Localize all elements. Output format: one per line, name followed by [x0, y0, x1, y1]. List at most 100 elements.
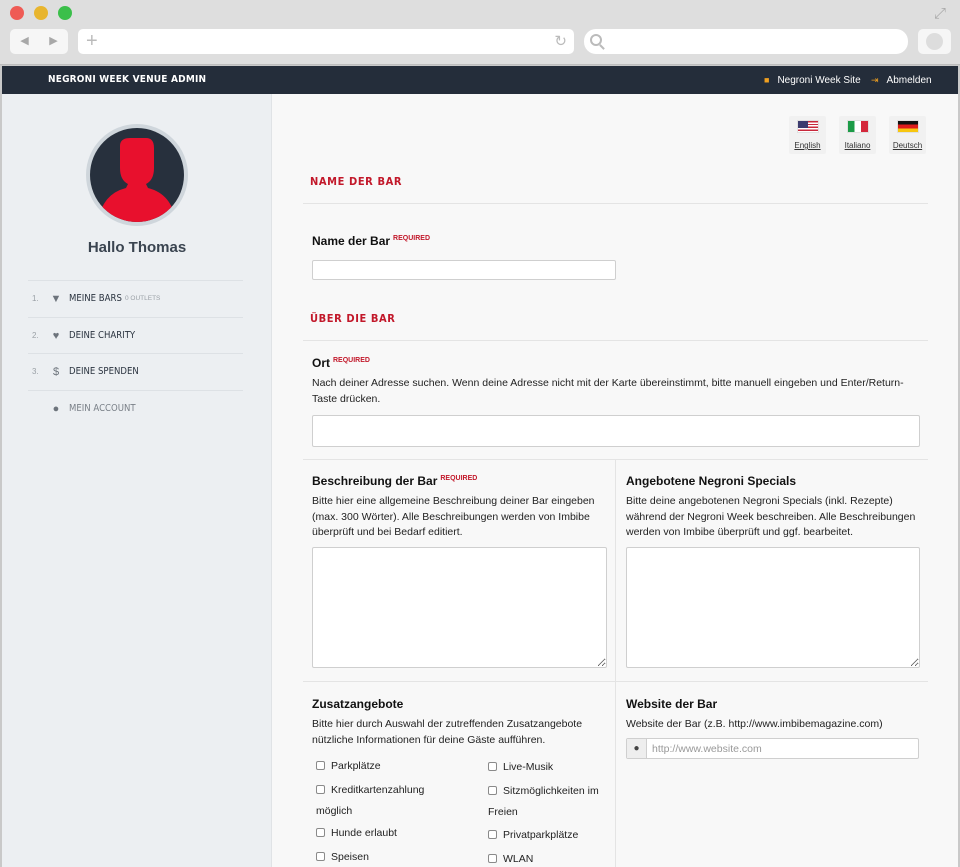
checkbox-hunde-erlaubt[interactable]: Hunde erlaubt [316, 822, 397, 845]
website-help: Website der Bar (z.B. http://www.imbibem… [626, 718, 883, 730]
close-window-button[interactable] [10, 6, 24, 20]
required-badge: REQUIRED [440, 475, 478, 482]
checkbox-label-continuation: Freien [488, 806, 518, 818]
bar-name-input[interactable] [312, 260, 616, 280]
section-heading-about: ÜBER DIE BAR [310, 312, 396, 325]
divider [303, 681, 928, 682]
checkbox-box[interactable] [316, 761, 325, 770]
checkbox-label: Parkplätze [331, 760, 381, 772]
negroni-week-site-link[interactable]: ■ Negroni Week Site [764, 66, 861, 95]
outlets-count-badge: 0 OUTLETS [125, 295, 161, 302]
location-label: Ort REQUIRED [312, 356, 370, 370]
checkbox-sitzmoeglichkeiten[interactable]: Sitzmöglichkeiten im [488, 780, 599, 803]
checkbox-kreditkartenzahlung[interactable]: Kreditkartenzahlung [316, 779, 424, 802]
greeting: Hallo Thomas [87, 239, 187, 256]
checkbox-speisen[interactable]: Speisen [316, 846, 369, 867]
us-flag-icon [796, 120, 819, 133]
checkbox-privatparkplaetze[interactable]: Privatparkplätze [488, 824, 578, 847]
sidebar-item-label: DEINE SPENDEN [69, 366, 139, 377]
minimize-window-button[interactable] [34, 6, 48, 20]
checkbox-label: Speisen [331, 851, 369, 863]
sidebar-item-deine-charity[interactable]: 2. ♥ DEINE CHARITY [28, 316, 243, 354]
profile-circle-icon [926, 33, 943, 50]
user-icon: ● [52, 402, 60, 415]
brand-title[interactable]: NEGRONI WEEK VENUE ADMIN [48, 66, 206, 94]
maximize-window-button[interactable] [58, 6, 72, 20]
description-label-text: Beschreibung der Bar [312, 474, 438, 488]
sidebar-item-label: MEINE BARS [69, 293, 122, 304]
checkbox-box[interactable] [316, 852, 325, 861]
section-heading-name: NAME DER BAR [310, 175, 403, 188]
sidebar: Hallo Thomas 1. ▼ MEINE BARS 0 OUTLETS 2… [2, 94, 272, 867]
checkbox-box[interactable] [316, 785, 325, 794]
forward-arrow-icon[interactable]: ▶ [39, 29, 68, 54]
divider [303, 340, 928, 341]
divider [303, 203, 928, 204]
checkbox-label: Sitzmöglichkeiten im [503, 785, 599, 797]
checkbox-box[interactable] [488, 854, 497, 863]
cocktail-glass-icon: ▼ [50, 293, 62, 305]
language-label: Deutsch [892, 141, 923, 150]
browser-profile-button[interactable] [918, 29, 951, 54]
language-label: English [794, 141, 821, 150]
checkbox-box[interactable] [316, 828, 325, 837]
browser-chrome: ⤢ ◀ ▶ + ↻ [0, 0, 960, 65]
app-window: NEGRONI WEEK VENUE ADMIN ■ Negroni Week S… [2, 66, 958, 867]
specials-label: Angebotene Negroni Specials [626, 474, 797, 488]
language-english[interactable]: English [789, 116, 826, 154]
location-label-text: Ort [312, 356, 330, 370]
menu-number: 1. [32, 294, 39, 303]
new-tab-icon[interactable]: + [86, 29, 98, 54]
checkbox-wlan[interactable]: WLAN [488, 848, 533, 867]
language-deutsch[interactable]: Deutsch [889, 116, 926, 154]
extras-help: Bitte hier durch Auswahl der zutreffende… [312, 718, 583, 746]
checkbox-label: Privatparkplätze [503, 829, 579, 841]
required-badge: REQUIRED [333, 357, 370, 364]
sidebar-item-label: MEIN ACCOUNT [69, 402, 136, 414]
checkbox-parkplaetze[interactable]: Parkplätze [316, 755, 381, 778]
specials-help: Bitte deine angebotenen Negroni Specials… [626, 495, 916, 538]
sidebar-item-meine-bars[interactable]: 1. ▼ MEINE BARS 0 OUTLETS [28, 280, 243, 317]
description-textarea[interactable] [312, 547, 607, 668]
checkbox-label: Hunde erlaubt [331, 827, 397, 839]
search-icon [590, 34, 602, 46]
checkbox-label: Kreditkartenzahlung [331, 784, 425, 796]
browser-search-bar[interactable] [584, 29, 908, 54]
sidebar-menu: 1. ▼ MEINE BARS 0 OUTLETS 2. ♥ DEINE CHA… [28, 280, 243, 426]
address-bar[interactable]: + ↻ [78, 29, 574, 54]
specials-textarea[interactable] [626, 547, 920, 668]
negroni-week-site-label: Negroni Week Site [777, 75, 861, 86]
user-silhouette-icon [98, 138, 176, 222]
heart-icon: ♥ [52, 329, 60, 342]
logout-label: Abmelden [886, 75, 932, 86]
language-italiano[interactable]: Italiano [839, 116, 876, 154]
column-divider [615, 459, 616, 867]
back-arrow-icon[interactable]: ◀ [10, 29, 39, 54]
sidebar-item-label: DEINE CHARITY [69, 329, 136, 341]
dollar-icon: $ [52, 366, 60, 378]
logout-icon: ⇥ [871, 75, 879, 85]
checkbox-box[interactable] [488, 786, 497, 795]
checkbox-live-musik[interactable]: Live-Musik [488, 756, 553, 779]
top-navbar: NEGRONI WEEK VENUE ADMIN ■ Negroni Week S… [2, 66, 958, 94]
extras-label: Zusatzangebote [312, 697, 404, 711]
website-input[interactable] [648, 739, 918, 758]
bar-name-label-text: Name der Bar [312, 234, 391, 248]
bar-name-label: Name der Bar REQUIRED [312, 234, 430, 248]
reload-icon[interactable]: ↻ [554, 29, 567, 54]
checkbox-box[interactable] [488, 762, 497, 771]
checkbox-box[interactable] [488, 830, 497, 839]
external-link-icon: ■ [764, 75, 770, 85]
sidebar-item-mein-account[interactable]: ● MEIN ACCOUNT [28, 389, 243, 427]
fullscreen-icon[interactable]: ⤢ [930, 6, 950, 22]
menu-number: 2. [32, 330, 39, 340]
avatar [86, 124, 188, 226]
sidebar-item-deine-spenden[interactable]: 3. $ DEINE SPENDEN [28, 353, 243, 390]
location-input[interactable] [312, 415, 920, 447]
italy-flag-icon [846, 120, 869, 133]
language-label: Italiano [844, 141, 871, 150]
logout-link[interactable]: ⇥ Abmelden [871, 66, 932, 95]
location-help: Nach deiner Adresse suchen. Wenn deine A… [312, 377, 904, 405]
description-label: Beschreibung der Bar REQUIRED [312, 474, 477, 488]
menu-number: 3. [32, 367, 39, 376]
